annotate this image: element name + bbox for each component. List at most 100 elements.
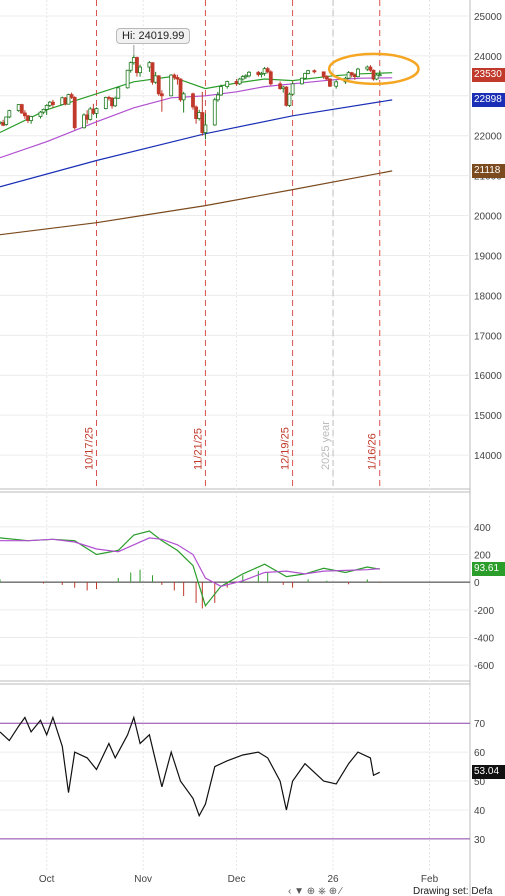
candle-body <box>38 111 43 117</box>
candle-body <box>47 101 52 106</box>
candle-body <box>156 75 161 95</box>
candle-body <box>281 86 286 90</box>
candle-body <box>334 81 339 87</box>
candle-body <box>41 108 46 113</box>
candle-body <box>243 75 248 78</box>
stock-chart: Oct Nov Dec 26 Feb 14000 15000 16000 17000 18000 1… <box>0 0 505 896</box>
price-tick-label: 20000 <box>474 212 502 223</box>
macd-tick-label: -600 <box>474 661 494 672</box>
candle-body <box>94 108 99 114</box>
candle-body <box>29 116 34 121</box>
candle-body <box>16 104 21 111</box>
price-tick-label: 17000 <box>474 331 502 342</box>
candle-body <box>88 108 93 120</box>
candle-body <box>23 112 27 117</box>
candle-body <box>178 78 183 101</box>
candle-body <box>82 114 86 129</box>
candle-body <box>203 124 208 133</box>
rsi-tick-label: 70 <box>474 719 486 730</box>
candle-body <box>321 71 326 78</box>
candle-body <box>19 104 24 114</box>
candle-body <box>371 69 376 80</box>
rsi-tick-label: 40 <box>474 806 486 817</box>
candle-body <box>278 83 283 90</box>
drawing-set-label[interactable]: Drawing set: Defa <box>413 886 492 896</box>
candle-body <box>225 81 230 88</box>
vertical-marker-label: 1/16/26 <box>367 433 379 470</box>
candle-body <box>63 97 68 105</box>
candle-body <box>116 87 121 99</box>
candle-body <box>1 122 6 126</box>
price-tick-label: 16000 <box>474 371 502 382</box>
rsi-tick-label: 60 <box>474 748 486 759</box>
candle-body <box>181 93 186 101</box>
candle-body <box>110 97 114 107</box>
candle-body <box>352 74 357 78</box>
candle-body <box>328 78 332 87</box>
ma-blue-value-label: 22898 <box>472 92 505 107</box>
price-tick-label: 24000 <box>474 52 502 63</box>
macd-tick-label: 0 <box>474 578 480 589</box>
rsi-line <box>0 715 380 818</box>
x-tick-label: Dec <box>228 874 246 885</box>
candle-body <box>44 104 49 110</box>
macd-tick-label: -400 <box>474 634 494 645</box>
candle-body <box>349 72 354 76</box>
candle-body <box>66 94 71 105</box>
candle-body <box>200 112 205 133</box>
candle-body <box>85 114 90 120</box>
price-tick-label: 18000 <box>474 291 502 302</box>
candle-body <box>197 112 202 119</box>
candle-body <box>159 93 164 97</box>
price-tick-label: 15000 <box>474 411 502 422</box>
candle-body <box>172 74 177 78</box>
drawing-toolbar[interactable]: ‹ ▼ ⊕ ⎈ ⊕ ∕ Drawing set: Defa <box>288 886 505 896</box>
candle-body <box>4 116 9 125</box>
candle-body <box>262 68 267 74</box>
candle-body <box>103 97 108 109</box>
macd-tick-label: 400 <box>474 523 491 534</box>
high-annotation-tooltip: Hi: 24019.99 <box>116 28 191 44</box>
candle-body <box>26 115 30 121</box>
candle-body <box>113 97 118 107</box>
candle-body <box>234 81 239 85</box>
candle-body <box>128 62 133 71</box>
candle-body <box>131 57 136 64</box>
candle-body <box>91 108 96 114</box>
candle-body <box>135 57 139 74</box>
vertical-marker-label: 12/19/25 <box>280 427 292 470</box>
candle-body <box>150 62 155 83</box>
ma-brown-value-label: 21118 <box>472 163 505 178</box>
price-tick-label: 19000 <box>474 251 502 262</box>
candle-body <box>265 68 270 73</box>
candle-body <box>138 66 142 74</box>
toolbar-icons[interactable]: ‹ ▼ ⊕ ⎈ ⊕ ∕ <box>288 886 413 896</box>
candle-body <box>212 99 217 126</box>
candle-body <box>147 62 152 68</box>
candle-body <box>60 97 65 105</box>
candle-body <box>237 78 242 85</box>
candle-body <box>169 74 174 97</box>
candle-body <box>356 68 360 78</box>
price-tick-label: 22000 <box>474 132 502 143</box>
candle-body <box>303 73 307 79</box>
price-tick-label: 14000 <box>474 451 502 462</box>
candle-body <box>306 70 311 74</box>
vertical-marker-label: 2025 year <box>320 421 332 470</box>
candle-body <box>256 71 261 76</box>
candle-body <box>374 74 379 80</box>
candle-body <box>194 106 198 119</box>
candle-body <box>153 75 158 83</box>
candle-body <box>368 66 373 71</box>
candle-body <box>107 97 111 99</box>
candle-body <box>300 77 304 85</box>
candle-body <box>125 69 130 89</box>
rsi-value-label: 53.04 <box>472 765 505 780</box>
macd-value-label: 93.61 <box>472 562 505 577</box>
candle-body <box>219 86 223 96</box>
candle-body <box>72 97 77 129</box>
x-tick-label: Oct <box>39 874 55 885</box>
vertical-marker-label: 11/21/25 <box>192 428 204 470</box>
x-tick-label: Feb <box>421 874 439 885</box>
price-tick-label: 25000 <box>474 12 502 23</box>
